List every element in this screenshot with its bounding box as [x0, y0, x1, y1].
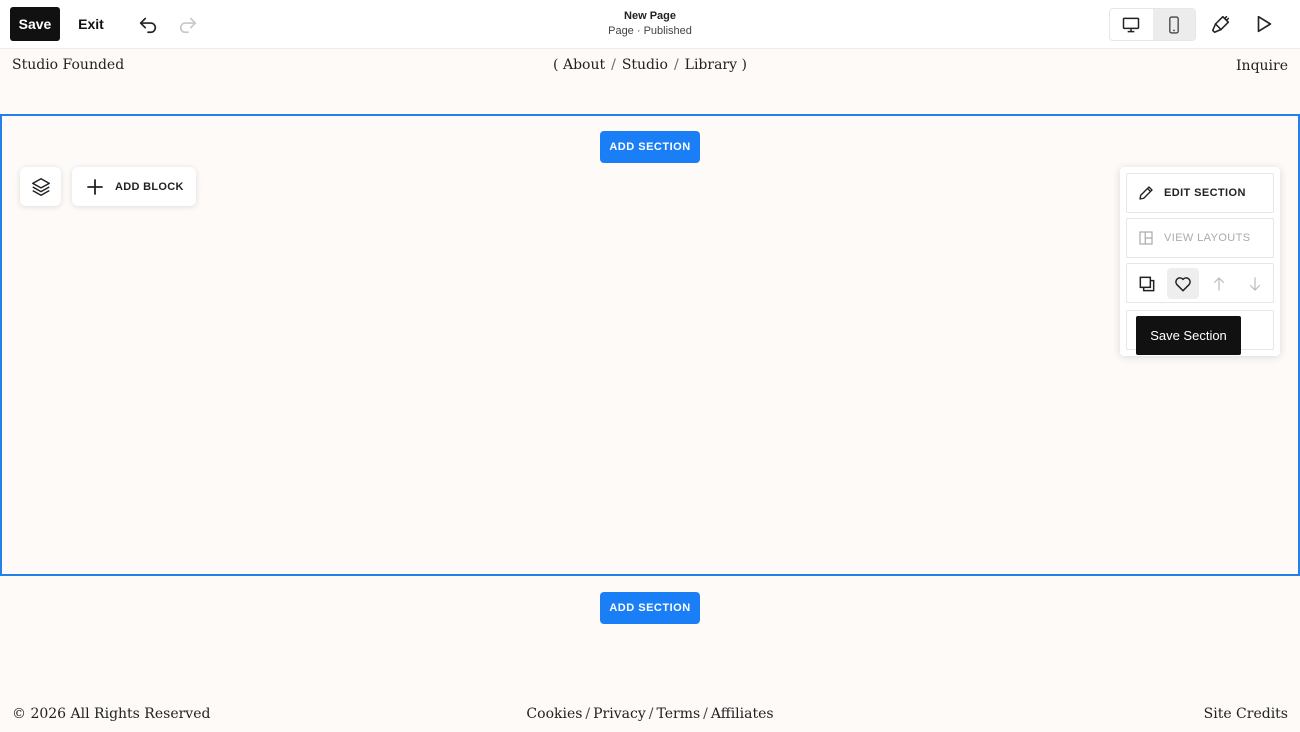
exit-button[interactable]: Exit — [70, 7, 112, 41]
pencil-icon — [1136, 183, 1156, 203]
nav-item-library[interactable]: Library — [685, 57, 737, 73]
nav-open-paren: ( — [553, 57, 559, 73]
page-status: Page · Published — [608, 25, 692, 37]
save-section-tooltip: Save Section — [1136, 316, 1241, 355]
page-title: New Page — [624, 10, 676, 22]
editor-toolbar: Save Exit New Page Page · Published — [0, 0, 1300, 49]
site-header: Studio Founded ( About / Studio / Library ) … — [0, 50, 1300, 114]
add-section-button-top[interactable]: ADD SECTION — [600, 131, 700, 163]
footer-site-credits[interactable]: Site Credits — [1204, 706, 1288, 722]
add-section-button-bottom[interactable]: ADD SECTION — [600, 592, 700, 624]
add-block-button[interactable]: ADD BLOCK — [72, 167, 196, 206]
nav-close-paren: ) — [741, 57, 747, 73]
play-icon[interactable] — [1252, 12, 1276, 36]
mobile-view-button[interactable] — [1152, 9, 1195, 40]
paintbrush-icon[interactable] — [1209, 12, 1233, 36]
edit-section-label: EDIT SECTION — [1164, 187, 1246, 199]
desktop-view-button[interactable] — [1110, 9, 1153, 40]
footer-link-affiliates[interactable]: Affiliates — [711, 706, 774, 722]
add-block-label: ADD BLOCK — [115, 180, 184, 193]
nav-item-about[interactable]: About — [563, 57, 605, 73]
mobile-icon — [1168, 15, 1179, 34]
footer-separator: / — [585, 706, 591, 722]
heart-icon[interactable] — [1167, 268, 1199, 299]
layers-button[interactable] — [20, 167, 61, 206]
layout-icon — [1136, 228, 1156, 248]
section-actions-row — [1126, 263, 1274, 303]
view-layouts-label: VIEW LAYOUTS — [1164, 232, 1251, 244]
undo-icon[interactable] — [136, 12, 160, 36]
desktop-icon — [1123, 17, 1140, 32]
footer-copyright: © 2026 All Rights Reserved — [12, 706, 211, 722]
nav-separator: / — [673, 57, 679, 73]
inquire-link[interactable]: Inquire — [1236, 58, 1288, 74]
layers-icon — [31, 177, 50, 196]
redo-icon[interactable] — [176, 12, 200, 36]
footer-link-privacy[interactable]: Privacy — [593, 706, 646, 722]
edit-section-button[interactable]: EDIT SECTION — [1126, 173, 1274, 213]
arrow-down-icon[interactable] — [1239, 268, 1271, 299]
duplicate-icon[interactable] — [1131, 268, 1163, 299]
device-toggle — [1109, 8, 1196, 41]
site-title[interactable]: Studio Founded — [12, 57, 124, 73]
nav-item-studio[interactable]: Studio — [622, 57, 668, 73]
footer-separator: / — [703, 706, 708, 722]
arrow-up-icon[interactable] — [1203, 268, 1235, 299]
footer-separator: / — [648, 706, 654, 722]
footer-link-cookies[interactable]: Cookies — [526, 706, 582, 722]
footer-link-terms[interactable]: Terms — [656, 706, 700, 722]
nav-separator: / — [611, 57, 616, 73]
save-button[interactable]: Save — [10, 7, 60, 41]
plus-icon — [86, 178, 104, 196]
page-info[interactable]: New Page Page · Published — [550, 10, 750, 37]
site-nav: ( About / Studio / Library ) — [0, 57, 1300, 73]
view-layouts-button[interactable]: VIEW LAYOUTS — [1126, 218, 1274, 258]
